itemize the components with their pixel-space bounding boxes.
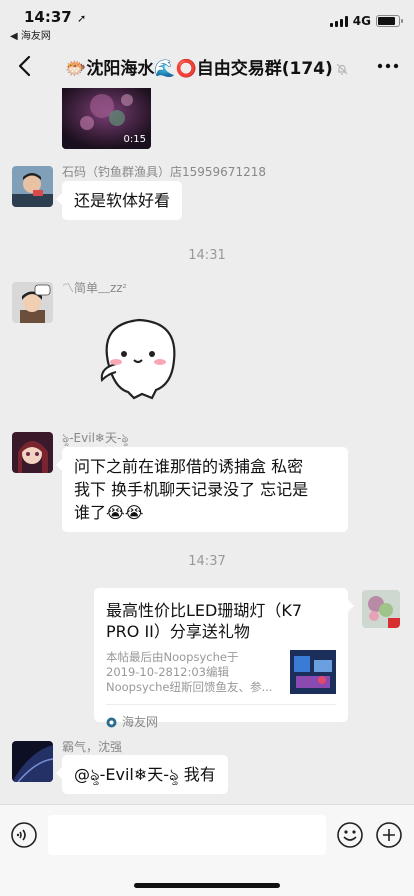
mute-bell-icon xyxy=(336,63,348,75)
back-chevron-icon[interactable] xyxy=(12,52,40,80)
sender-name: 石码（钓鱼群渔具）店15959671218 xyxy=(62,165,266,179)
avatar[interactable] xyxy=(12,166,53,207)
chat-title: 🐡沈阳海水🌊⭕自由交易群(174) xyxy=(60,54,354,79)
sender-name: 〽简单﹏zzᶻ xyxy=(62,281,127,295)
home-indicator xyxy=(134,883,280,888)
link-card-source: 海友网 xyxy=(106,704,336,734)
status-bar: 14:37 ➚ ◀ 海友网 4G xyxy=(0,0,414,44)
avatar[interactable] xyxy=(12,432,53,473)
message-text-line: 问下之前在谁那借的诱捕盒 私密 xyxy=(74,457,304,476)
avatar[interactable] xyxy=(362,590,400,628)
sender-name: 霸气，沈强 xyxy=(62,740,123,754)
battery-level xyxy=(378,17,395,25)
network-type: 4G xyxy=(352,14,371,28)
chat-area[interactable]: 0:15 石码（钓鱼群渔具）店15959671218 还是软体好看 14:31 … xyxy=(0,88,414,804)
group-name: 🐡沈阳海水🌊⭕自由交易群(174) xyxy=(65,59,333,79)
link-card[interactable]: 最高性价比LED珊瑚灯（K7 PRO II）分享送礼物 本帖最后由Noopsyc… xyxy=(94,588,354,729)
link-card-source-name: 海友网 xyxy=(122,715,159,729)
avatar[interactable] xyxy=(12,741,53,782)
message-input[interactable] xyxy=(48,815,326,855)
video-message[interactable]: 0:15 xyxy=(62,88,151,149)
voice-input-icon[interactable] xyxy=(10,821,38,849)
link-card-desc: Noopsyche纽斯回馈鱼友、参... xyxy=(106,680,273,694)
message-text: 还是软体好看 xyxy=(74,191,171,210)
time-separator: 14:31 xyxy=(188,248,226,263)
link-card-body: 本帖最后由Noopsyche于 2019-10-2812:03编辑 Noopsy… xyxy=(106,650,336,698)
emoji-icon[interactable] xyxy=(336,821,364,849)
message-text-line: 谁了😭😭 xyxy=(74,503,144,522)
link-card-desc: 本帖最后由Noopsyche于 xyxy=(106,650,239,664)
clock-text: 14:37 xyxy=(24,8,72,26)
message-text: @ৡ-Evil❄天-ৡ 我有 xyxy=(74,765,216,784)
back-to-app-link[interactable]: ◀ 海友网 xyxy=(10,27,51,42)
video-duration: 0:15 xyxy=(123,134,146,145)
message-text-line: 我下 换手机聊天记录没了 忘记是 xyxy=(74,480,309,499)
plus-more-icon[interactable] xyxy=(375,821,403,849)
site-logo-icon xyxy=(106,717,117,728)
chat-header: 🐡沈阳海水🌊⭕自由交易群(174) xyxy=(0,44,414,88)
input-toolbar xyxy=(0,804,414,896)
message-bubble[interactable]: 还是软体好看 xyxy=(55,181,183,220)
message-bubble[interactable]: @ৡ-Evil❄天-ৡ 我有 xyxy=(56,755,228,794)
link-card-title: 最高性价比LED珊瑚灯（K7 PRO II）分享送礼物 xyxy=(106,601,303,641)
more-options-icon[interactable] xyxy=(376,56,400,76)
status-indicators: 4G xyxy=(329,14,403,28)
signal-icon xyxy=(329,15,348,27)
time-separator: 14:37 xyxy=(188,554,226,569)
sticker-message[interactable] xyxy=(94,314,184,400)
avatar[interactable] xyxy=(12,282,53,323)
link-card-desc: 2019-10-2812:03编辑 xyxy=(106,665,229,679)
battery-icon xyxy=(376,15,403,27)
status-time: 14:37 ➚ xyxy=(24,8,86,26)
link-card-thumbnail xyxy=(290,650,336,694)
message-bubble[interactable]: 问下之前在谁那借的诱捕盒 私密 我下 换手机聊天记录没了 忘记是 谁了😭😭 xyxy=(56,447,348,532)
location-arrow-icon: ➚ xyxy=(76,12,87,25)
